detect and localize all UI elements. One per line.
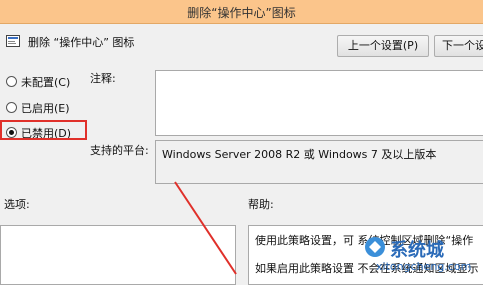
watermark-url: xitongcheng.com — [376, 260, 472, 273]
watermark-logo-icon — [365, 237, 385, 257]
watermark-logo: 系统城 xitongcheng.com — [364, 236, 471, 273]
watermark-brand: 系统城 — [390, 240, 444, 261]
